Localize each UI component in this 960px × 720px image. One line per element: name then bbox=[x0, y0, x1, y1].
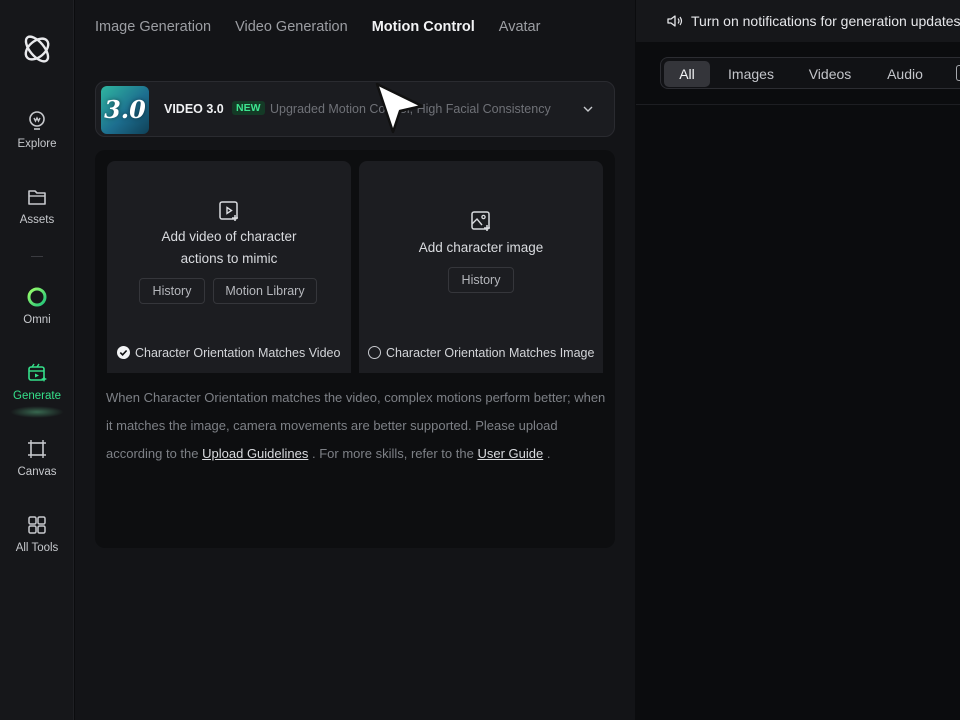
video-history-button[interactable]: History bbox=[139, 278, 205, 304]
help-text-part2: . For more skills, refer to the bbox=[312, 446, 474, 461]
sidebar-item-omni[interactable]: Omni bbox=[0, 286, 74, 326]
orientation-image-label: Character Orientation Matches Image bbox=[386, 346, 595, 360]
sidebar-item-label: Assets bbox=[19, 214, 55, 226]
upload-guidelines-link[interactable]: Upload Guidelines bbox=[202, 446, 308, 461]
new-badge: NEW bbox=[232, 101, 265, 115]
video-upload-title-line1: Add video of character bbox=[161, 229, 297, 244]
sidebar-item-generate[interactable]: Generate bbox=[0, 362, 74, 402]
add-video-icon bbox=[219, 201, 238, 221]
folder-icon bbox=[28, 190, 46, 205]
orientation-video-option[interactable]: Character Orientation Matches Video bbox=[117, 346, 340, 360]
sidebar-item-label: Explore bbox=[17, 138, 57, 150]
sidebar-item-label: Generate bbox=[13, 390, 61, 402]
grid-icon bbox=[28, 516, 46, 534]
image-upload-card[interactable]: Add character image History bbox=[359, 161, 603, 373]
orientation-help-text: When Character Orientation matches the v… bbox=[106, 384, 611, 468]
media-filter: All Images Videos Audio bbox=[660, 57, 960, 89]
notification-banner[interactable]: Turn on notifications for generation upd… bbox=[636, 0, 960, 42]
video-upload-card[interactable]: Add video of character actions to mimic … bbox=[107, 161, 351, 373]
generate-icon bbox=[28, 363, 47, 382]
model-name: VIDEO 3.0 bbox=[164, 102, 224, 116]
generation-panel: Image Generation Video Generation Motion… bbox=[75, 0, 635, 720]
sidebar-item-explore[interactable]: Explore bbox=[0, 110, 74, 150]
sidebar-item-canvas[interactable]: Canvas bbox=[0, 438, 74, 478]
orientation-image-option[interactable]: Character Orientation Matches Image bbox=[368, 346, 594, 360]
filter-videos[interactable]: Videos bbox=[794, 61, 866, 87]
radio-unchecked-icon[interactable] bbox=[368, 346, 381, 359]
radio-checked-icon[interactable] bbox=[117, 346, 130, 359]
mode-tabs: Image Generation Video Generation Motion… bbox=[95, 19, 540, 35]
app-logo-icon[interactable] bbox=[21, 31, 53, 67]
mouse-cursor-icon bbox=[375, 82, 424, 134]
filter-audio[interactable]: Audio bbox=[872, 61, 938, 87]
sidebar: Explore Assets Omni Generate Canvas All … bbox=[0, 0, 74, 720]
sidebar-item-all-tools[interactable]: All Tools bbox=[0, 514, 74, 554]
sidebar-item-label: All Tools bbox=[15, 542, 59, 554]
sidebar-item-label: Omni bbox=[23, 314, 51, 326]
image-history-button[interactable]: History bbox=[448, 267, 514, 293]
canvas-icon bbox=[28, 440, 46, 458]
results-panel: Turn on notifications for generation upd… bbox=[636, 0, 960, 720]
filter-more-icon[interactable] bbox=[956, 65, 960, 81]
tab-avatar[interactable]: Avatar bbox=[499, 19, 541, 35]
filter-all[interactable]: All bbox=[664, 61, 710, 87]
help-text-part3: . bbox=[546, 446, 551, 461]
model-thumbnail-text: 3.0 bbox=[104, 95, 146, 124]
chevron-down-icon[interactable] bbox=[582, 103, 594, 115]
sidebar-item-label: Canvas bbox=[17, 466, 57, 478]
bulb-icon bbox=[29, 111, 45, 130]
notification-text: Turn on notifications for generation upd… bbox=[691, 13, 960, 29]
model-thumbnail: 3.0 bbox=[101, 86, 149, 134]
omni-icon bbox=[27, 287, 47, 307]
motion-library-button[interactable]: Motion Library bbox=[213, 278, 317, 304]
user-guide-link[interactable]: User Guide bbox=[477, 446, 543, 461]
results-divider bbox=[636, 104, 960, 105]
image-upload-title: Add character image bbox=[418, 240, 544, 255]
tab-video-generation[interactable]: Video Generation bbox=[235, 19, 348, 35]
video-upload-title-line2: actions to mimic bbox=[180, 251, 278, 266]
speaker-icon bbox=[667, 15, 683, 27]
upload-panel: Add video of character actions to mimic … bbox=[95, 150, 615, 548]
sidebar-item-assets[interactable]: Assets bbox=[0, 186, 74, 226]
model-selector[interactable]: 3.0 VIDEO 3.0 NEW Upgraded Motion Contro… bbox=[95, 81, 615, 137]
filter-images[interactable]: Images bbox=[716, 61, 786, 87]
add-image-icon bbox=[471, 211, 490, 231]
sidebar-divider bbox=[31, 256, 43, 257]
tab-motion-control[interactable]: Motion Control bbox=[372, 19, 475, 35]
tab-image-generation[interactable]: Image Generation bbox=[95, 19, 211, 35]
active-indicator bbox=[10, 406, 64, 418]
orientation-video-label: Character Orientation Matches Video bbox=[135, 346, 341, 360]
